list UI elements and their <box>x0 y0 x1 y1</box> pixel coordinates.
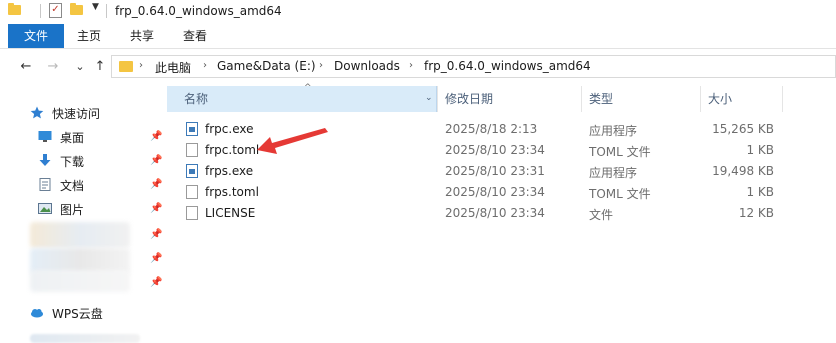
divider <box>40 4 41 18</box>
pin-icon[interactable]: 📌 <box>150 253 162 265</box>
file-name: frpc.exe <box>205 122 254 136</box>
sidebar-item-wps-cloud[interactable]: WPS云盘 <box>30 303 165 323</box>
window-title: frp_0.64.0_windows_amd64 <box>115 4 282 18</box>
sidebar-item-label: 快速访问 <box>52 107 101 121</box>
file-type: 文件 <box>589 208 614 222</box>
properties-icon[interactable]: ✓ <box>49 3 62 18</box>
sidebar-item-label: 文档 <box>60 179 85 193</box>
file-name: frpc.toml <box>205 143 260 157</box>
chevron-right-icon[interactable]: › <box>409 60 413 71</box>
back-button[interactable]: ← <box>17 58 35 76</box>
file-type: 应用程序 <box>589 166 638 180</box>
chevron-right-icon[interactable]: › <box>203 60 207 71</box>
cloud-icon <box>31 309 43 318</box>
column-header-name[interactable]: 名称 <box>184 86 208 112</box>
sidebar-item-label: 图片 <box>60 203 85 217</box>
desktop-icon <box>38 131 52 142</box>
file-name: frps.toml <box>205 185 259 199</box>
pin-icon[interactable]: 📌 <box>150 155 162 167</box>
sort-ascending-icon: ^ <box>304 83 312 93</box>
pin-icon[interactable]: 📌 <box>150 277 162 289</box>
document-icon <box>186 185 198 199</box>
documents-icon <box>39 178 51 191</box>
column-divider[interactable] <box>437 86 438 112</box>
redacted-sidebar-item <box>30 334 140 343</box>
new-folder-icon[interactable] <box>70 3 83 15</box>
address-bar[interactable]: › 此电脑 › Game&Data (E:) › Downloads › frp… <box>111 55 836 78</box>
file-name: frps.exe <box>205 164 254 178</box>
column-divider[interactable] <box>782 86 783 112</box>
forward-button[interactable]: → <box>44 58 62 76</box>
file-size: 1 KB <box>746 143 774 157</box>
recent-locations-button[interactable]: ⌄ <box>71 58 89 76</box>
download-icon <box>39 154 51 166</box>
document-icon <box>186 206 198 220</box>
pin-icon[interactable]: 📌 <box>150 131 162 143</box>
sidebar-item-documents[interactable]: 文档 📌 <box>38 175 173 195</box>
sidebar-item-downloads[interactable]: 下载 📌 <box>38 151 173 171</box>
file-type: TOML 文件 <box>589 145 651 159</box>
sidebar-item-quick-access[interactable]: 快速访问 <box>30 103 165 123</box>
column-divider[interactable] <box>581 86 582 112</box>
tab-file[interactable]: 文件 <box>8 24 64 48</box>
pin-icon[interactable]: 📌 <box>150 179 162 191</box>
title-bar: ✓ ▼ frp_0.64.0_windows_amd64 <box>0 0 836 24</box>
file-row-frps-toml[interactable]: frps.toml 2025/8/10 23:34 TOML 文件 1 KB <box>176 182 796 203</box>
file-modified: 2025/8/10 23:31 <box>445 164 545 178</box>
breadcrumb-this-pc[interactable]: 此电脑 <box>155 59 191 76</box>
pin-icon[interactable]: 📌 <box>150 229 162 241</box>
redacted-sidebar-item <box>30 270 130 292</box>
tab-view[interactable]: 查看 <box>174 24 216 48</box>
file-size: 15,265 KB <box>712 122 774 136</box>
redacted-sidebar-item <box>30 222 130 248</box>
sidebar-item-label: WPS云盘 <box>52 307 103 321</box>
column-header-size[interactable]: 大小 <box>708 86 732 112</box>
pin-icon[interactable]: 📌 <box>150 203 162 215</box>
quick-access-toolbar-dropdown[interactable]: ▼ <box>92 2 99 12</box>
chevron-down-icon[interactable]: ⌄ <box>425 93 433 103</box>
exe-icon <box>186 164 198 178</box>
sidebar-item-pictures[interactable]: 图片 📌 <box>38 199 173 219</box>
breadcrumb-current-folder[interactable]: frp_0.64.0_windows_amd64 <box>424 59 591 73</box>
file-modified: 2025/8/10 23:34 <box>445 185 545 199</box>
star-icon <box>30 106 44 119</box>
chevron-right-icon[interactable]: › <box>139 60 143 71</box>
file-modified: 2025/8/10 23:34 <box>445 143 545 157</box>
file-row-license[interactable]: LICENSE 2025/8/10 23:34 文件 12 KB <box>176 203 796 224</box>
chevron-right-icon[interactable]: › <box>319 60 323 71</box>
tab-home[interactable]: 主页 <box>68 24 110 48</box>
sidebar-item-label: 桌面 <box>60 131 85 145</box>
file-modified: 2025/8/18 2:13 <box>445 122 538 136</box>
file-modified: 2025/8/10 23:34 <box>445 206 545 220</box>
file-type: TOML 文件 <box>589 187 651 201</box>
file-size: 1 KB <box>746 185 774 199</box>
tab-share[interactable]: 共享 <box>121 24 163 48</box>
file-type: 应用程序 <box>589 124 638 138</box>
exe-icon <box>186 122 198 136</box>
column-divider[interactable] <box>700 86 701 112</box>
document-icon <box>186 143 198 157</box>
breadcrumb-drive[interactable]: Game&Data (E:) <box>217 59 316 73</box>
breadcrumb-downloads[interactable]: Downloads <box>334 59 400 73</box>
file-name: LICENSE <box>205 206 256 220</box>
divider <box>106 4 107 18</box>
folder-icon[interactable] <box>8 3 21 15</box>
column-header-modified[interactable]: 修改日期 <box>445 86 493 112</box>
file-size: 12 KB <box>738 206 774 220</box>
sidebar-item-label: 下载 <box>60 155 85 169</box>
file-row-frps-exe[interactable]: frps.exe 2025/8/10 23:31 应用程序 19,498 KB <box>176 161 796 182</box>
ribbon: 文件 主页 共享 查看 <box>0 24 836 49</box>
annotation-arrow-icon <box>257 128 328 154</box>
sidebar-item-desktop[interactable]: 桌面 📌 <box>38 127 173 147</box>
folder-icon <box>119 61 133 72</box>
column-header-type[interactable]: 类型 <box>589 86 613 112</box>
pictures-icon <box>38 203 52 214</box>
file-size: 19,498 KB <box>712 164 774 178</box>
up-button[interactable]: ↑ <box>91 58 109 76</box>
